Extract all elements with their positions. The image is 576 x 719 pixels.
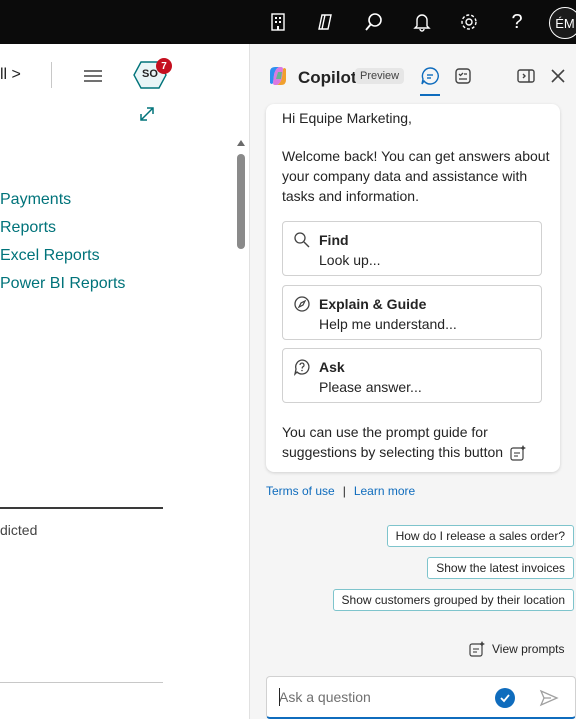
link-power-bi-reports[interactable]: Power BI Reports	[0, 274, 125, 302]
prompt-guide-tab-icon[interactable]	[453, 66, 473, 86]
option-explain-guide[interactable]: Explain & Guide Help me understand...	[282, 285, 542, 340]
prompt-guide-hint: You can use the prompt guide for suggest…	[282, 422, 552, 462]
building-icon[interactable]	[266, 10, 290, 34]
option-title: Explain & Guide	[319, 296, 427, 312]
welcome-text: Welcome back! You can get answers about …	[282, 148, 550, 204]
send-icon[interactable]	[539, 688, 559, 708]
option-subtitle: Please answer...	[319, 379, 422, 395]
option-subtitle: Look up...	[319, 252, 381, 268]
copilot-logo-icon	[266, 64, 290, 88]
learn-more-link[interactable]: Learn more	[354, 484, 415, 498]
chat-tab-icon[interactable]	[420, 66, 440, 86]
compass-icon	[293, 295, 311, 313]
link-payments[interactable]: Payments	[0, 190, 125, 218]
view-prompts-button[interactable]: View prompts	[468, 640, 564, 658]
link-reports[interactable]: Reports	[0, 218, 125, 246]
preview-badge: Preview	[355, 68, 405, 84]
suggestion-chip[interactable]: Show customers grouped by their location	[332, 589, 574, 611]
search-icon	[293, 231, 311, 249]
prompt-guide-icon	[469, 641, 485, 657]
active-tab-indicator	[420, 94, 440, 96]
section-divider-2	[0, 682, 163, 683]
top-bar: ? ÉM	[0, 0, 576, 44]
breadcrumb-next[interactable]: ll >	[0, 66, 21, 84]
option-title: Ask	[319, 359, 345, 375]
prompt-guide-icon	[509, 444, 527, 462]
search-icon[interactable]	[362, 10, 386, 34]
welcome-card: Hi Equipe Marketing, Welcome back! You c…	[266, 104, 560, 472]
suggestion-chip[interactable]: Show the latest invoices	[427, 557, 574, 579]
avatar[interactable]: ÉM	[549, 7, 576, 39]
left-pane: ll > SO 7 Payments Reports Excel Reports…	[0, 44, 234, 719]
prompt-guide-text: You can use the prompt guide for suggest…	[282, 424, 504, 460]
partial-label: dicted	[0, 522, 38, 538]
footer-links: Terms of use | Learn more	[266, 484, 415, 498]
close-icon[interactable]	[548, 66, 568, 86]
menu-icon[interactable]	[84, 69, 102, 82]
view-prompts-label: View prompts	[492, 642, 565, 656]
copilot-title: Copilot	[298, 68, 357, 87]
copilot-header: Copilot Preview	[250, 44, 576, 104]
scroll-thumb[interactable]	[237, 154, 245, 249]
ask-input-placeholder: Ask a question	[279, 689, 371, 705]
option-subtitle: Help me understand...	[319, 316, 457, 332]
text-caret	[279, 688, 280, 706]
scroll-up-arrow[interactable]	[237, 140, 245, 146]
copilot-panel: Copilot Preview Hi Equipe Marketing, Wel…	[250, 44, 576, 719]
notification-count-badge: 7	[156, 58, 172, 74]
question-bubble-icon	[293, 358, 311, 376]
suggestion-chip[interactable]: How do I release a sales order?	[386, 525, 574, 547]
so-badge-label: SO	[142, 68, 158, 80]
scrollbar[interactable]	[234, 140, 248, 719]
help-icon[interactable]: ?	[505, 10, 529, 34]
toolbar-divider	[51, 62, 52, 88]
environment-icon[interactable]	[313, 10, 337, 34]
link-separator: |	[342, 484, 346, 498]
gear-icon[interactable]	[457, 10, 481, 34]
terms-of-use-link[interactable]: Terms of use	[266, 484, 335, 498]
expand-icon[interactable]	[139, 106, 155, 122]
section-divider	[0, 507, 163, 509]
option-title: Find	[319, 232, 349, 248]
grammar-check-icon[interactable]	[495, 688, 515, 708]
link-excel-reports[interactable]: Excel Reports	[0, 246, 125, 274]
bell-icon[interactable]	[410, 10, 434, 34]
report-links: Payments Reports Excel Reports Power BI …	[0, 190, 125, 302]
dock-panel-icon[interactable]	[516, 66, 536, 86]
greeting-text: Hi Equipe Marketing,	[282, 110, 412, 126]
option-ask[interactable]: Ask Please answer...	[282, 348, 542, 403]
ask-input[interactable]: Ask a question	[266, 676, 576, 719]
option-find[interactable]: Find Look up...	[282, 221, 542, 276]
